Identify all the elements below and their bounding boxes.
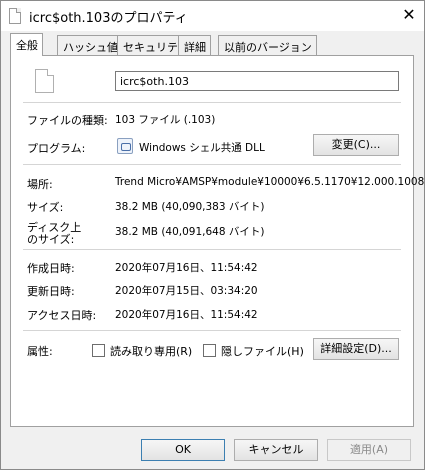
accessed-label: アクセス日時: bbox=[27, 309, 97, 322]
file-type-label: ファイルの種類: bbox=[27, 114, 108, 127]
advanced-button[interactable]: 詳細設定(D)... bbox=[313, 338, 399, 360]
apply-button[interactable]: 適用(A) bbox=[327, 439, 411, 461]
divider bbox=[23, 330, 401, 331]
change-button[interactable]: 変更(C)... bbox=[313, 134, 399, 156]
file-type-value: 103 ファイル (.103) bbox=[115, 114, 216, 126]
tab-previous-versions[interactable]: 以前のバージョン bbox=[218, 35, 317, 55]
modified-label: 更新日時: bbox=[27, 285, 75, 298]
program-value: Windows シェル共通 DLL bbox=[139, 142, 265, 154]
title-bar[interactable]: icrc$oth.103のプロパティ ✕ bbox=[1, 1, 424, 31]
location-label: 場所: bbox=[27, 178, 53, 191]
divider bbox=[23, 249, 401, 250]
tab-details[interactable]: 詳細 bbox=[178, 35, 211, 55]
close-button[interactable]: ✕ bbox=[400, 6, 418, 24]
created-label: 作成日時: bbox=[27, 262, 75, 275]
file-name-input[interactable] bbox=[115, 71, 399, 91]
divider bbox=[23, 164, 401, 165]
disk-size-label-line2: のサイズ: bbox=[27, 233, 75, 246]
disk-size-value: 38.2 MB (40,091,648 バイト) bbox=[115, 226, 265, 238]
readonly-checkbox[interactable] bbox=[92, 344, 105, 357]
general-panel: ファイルの種類: 103 ファイル (.103) プログラム: Windows … bbox=[10, 55, 424, 427]
attributes-label: 属性: bbox=[27, 345, 53, 358]
shell-dll-icon bbox=[117, 138, 133, 154]
window-title: icrc$oth.103のプロパティ bbox=[29, 11, 188, 26]
tab-strip: 全般 ハッシュ値 セキュリティ 詳細 以前のバージョン bbox=[10, 33, 410, 56]
size-value: 38.2 MB (40,090,383 バイト) bbox=[115, 201, 265, 213]
program-label: プログラム: bbox=[27, 142, 86, 155]
location-value: Trend Micro¥AMSP¥module¥10000¥6.5.1170¥1… bbox=[115, 176, 425, 188]
readonly-label[interactable]: 読み取り専用(R) bbox=[110, 343, 192, 359]
document-icon bbox=[9, 8, 21, 24]
tab-hash[interactable]: ハッシュ値 bbox=[57, 35, 123, 55]
ok-button[interactable]: OK bbox=[141, 439, 225, 461]
properties-dialog: icrc$oth.103のプロパティ ✕ 全般 ハッシュ値 セキュリティ 詳細 … bbox=[0, 0, 425, 470]
size-label: サイズ: bbox=[27, 201, 64, 214]
hidden-label[interactable]: 隠しファイル(H) bbox=[221, 343, 304, 359]
blank-file-icon bbox=[35, 69, 54, 93]
cancel-button[interactable]: キャンセル bbox=[234, 439, 318, 461]
hidden-checkbox[interactable] bbox=[203, 344, 216, 357]
modified-value: 2020年07月15日、03:34:20 bbox=[115, 285, 258, 297]
created-value: 2020年07月16日、11:54:42 bbox=[115, 262, 258, 274]
divider bbox=[23, 102, 401, 103]
accessed-value: 2020年07月16日、11:54:42 bbox=[115, 309, 258, 321]
tab-general[interactable]: 全般 bbox=[10, 33, 43, 56]
